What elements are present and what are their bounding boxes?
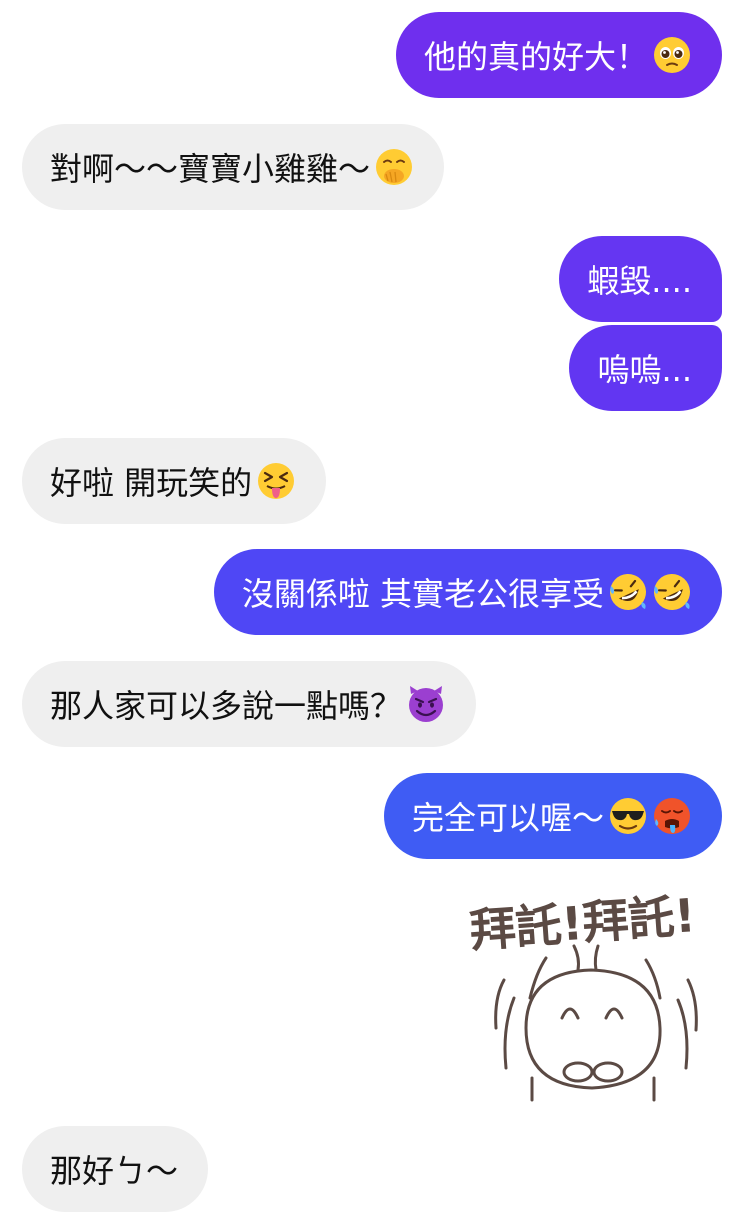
smiling-face-with-sunglasses-icon	[608, 796, 648, 836]
incoming-message[interactable]: 好啦 開玩笑的	[22, 438, 327, 524]
message-text: 完全可以喔～	[411, 799, 604, 837]
incoming-message[interactable]: 那人家可以多說一點嗎？	[22, 661, 477, 747]
sticker-caption: 拜託!拜託!	[468, 888, 697, 958]
hot-face-icon	[652, 796, 692, 836]
message-text: 他的真的好大！	[423, 38, 648, 76]
pleading-face-icon	[652, 35, 692, 75]
outgoing-message[interactable]: 他的真的好大！	[395, 12, 722, 98]
squinting-face-with-tongue-icon	[256, 461, 296, 501]
incoming-message[interactable]: 那好ㄅ～	[22, 1126, 209, 1212]
outgoing-message[interactable]: 沒關係啦 其實老公很享受	[213, 549, 722, 635]
face-with-hand-over-mouth-icon	[374, 147, 414, 187]
rolling-on-floor-laughing-icon	[608, 572, 648, 612]
message-text: 那人家可以多說一點嗎？	[50, 687, 403, 725]
rolling-on-floor-laughing-icon	[652, 572, 692, 612]
outgoing-message[interactable]: 完全可以喔～	[383, 773, 722, 859]
message-text: 那好ㄅ～	[50, 1152, 179, 1190]
sticker-please-please[interactable]: 拜託!拜託!	[466, 888, 726, 1103]
incoming-message[interactable]: 對啊～～寶寶小雞雞～	[22, 124, 445, 210]
message-text: 嗚嗚...	[597, 351, 692, 389]
smiling-face-with-horns-icon	[406, 684, 446, 724]
outgoing-message[interactable]: 嗚嗚...	[569, 325, 722, 411]
message-text: 蝦毀....	[587, 262, 692, 300]
message-text: 好啦 開玩笑的	[50, 464, 253, 502]
message-text: 沒關係啦 其實老公很享受	[241, 575, 604, 613]
message-text: 對啊～～寶寶小雞雞～	[50, 150, 371, 188]
outgoing-message[interactable]: 蝦毀....	[559, 236, 722, 322]
